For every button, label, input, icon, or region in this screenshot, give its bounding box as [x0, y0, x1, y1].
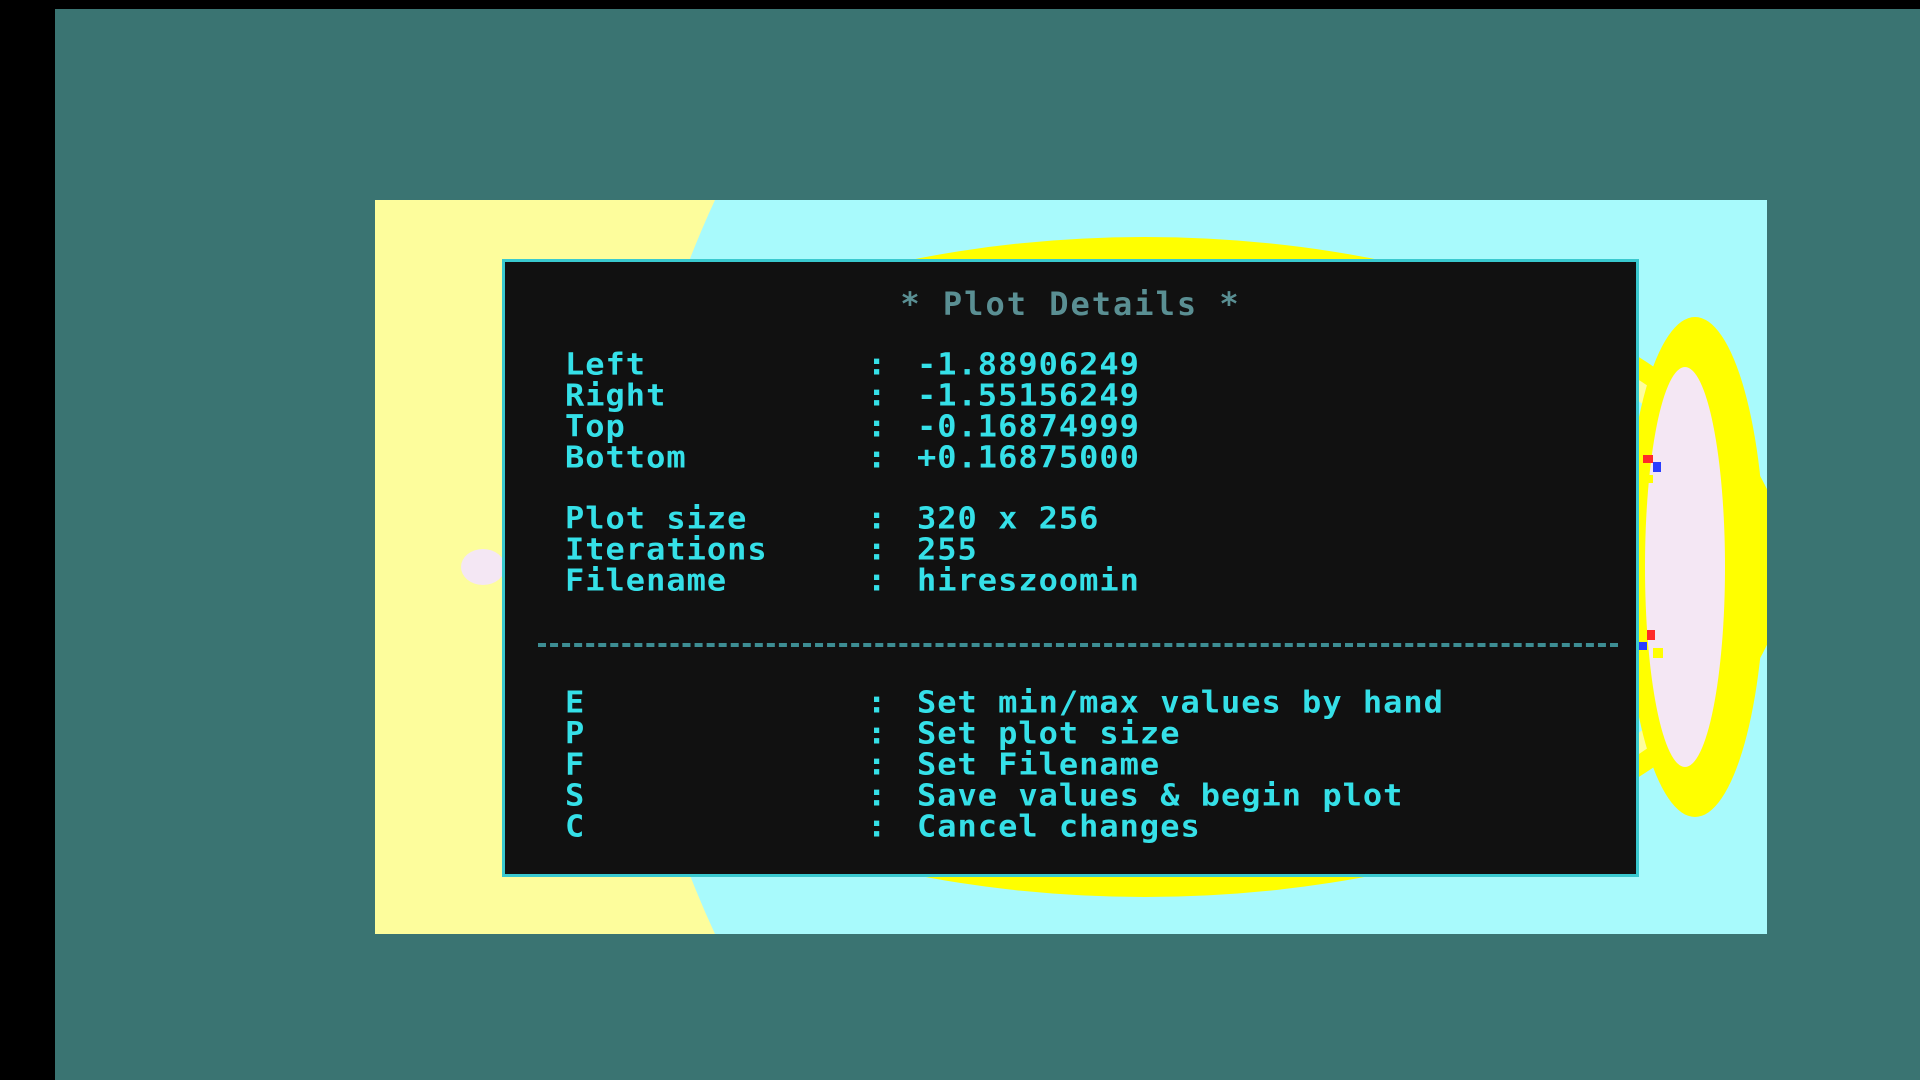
setting-label: Filename	[565, 562, 728, 599]
separator: :	[867, 777, 888, 814]
bound-label: Right	[565, 377, 667, 414]
separator: :	[867, 746, 888, 783]
setting-label: Iterations	[565, 531, 768, 568]
separator: :	[867, 500, 888, 537]
setting-row-iterations: Iterations : 255	[505, 534, 977, 565]
separator: :	[867, 531, 888, 568]
command-row-f[interactable]: F : Set Filename	[505, 749, 1159, 780]
separator: :	[867, 562, 888, 599]
command-key[interactable]: P	[565, 718, 585, 748]
emulator-screen: * Plot Details * Left : -1.88906249 Righ…	[55, 9, 1920, 1080]
bound-label: Left	[565, 346, 647, 383]
bound-value: -1.55156249	[917, 377, 1140, 414]
setting-label: Plot size	[565, 500, 748, 537]
separator: :	[867, 715, 888, 752]
separator: :	[867, 808, 888, 845]
bound-value: +0.16875000	[917, 439, 1140, 476]
separator: :	[867, 684, 888, 721]
setting-row-plot-size: Plot size : 320 x 256	[505, 503, 1098, 534]
bound-value: -0.16874999	[917, 408, 1140, 445]
setting-value: 320 x 256	[917, 500, 1100, 537]
bound-row-left: Left : -1.88906249	[505, 349, 1139, 380]
command-row-s[interactable]: S : Save values & begin plot	[505, 780, 1402, 811]
setting-row-filename: Filename : hireszoomin	[505, 565, 1139, 596]
bound-row-bottom: Bottom : +0.16875000	[505, 442, 1139, 473]
separator: :	[867, 346, 888, 383]
command-key[interactable]: S	[565, 780, 585, 810]
separator: :	[867, 408, 888, 445]
setting-value: hireszoomin	[917, 562, 1140, 599]
separator: :	[867, 377, 888, 414]
command-row-p[interactable]: P : Set plot size	[505, 718, 1179, 749]
dashed-divider	[538, 643, 1618, 647]
command-key[interactable]: C	[565, 811, 585, 841]
bound-value: -1.88906249	[917, 346, 1140, 383]
bound-row-right: Right : -1.55156249	[505, 380, 1139, 411]
setting-value: 255	[917, 531, 978, 568]
command-row-c[interactable]: C : Cancel changes	[505, 811, 1200, 842]
command-action[interactable]: Set Filename	[917, 749, 1160, 779]
dialog-title: * Plot Details *	[900, 285, 1241, 323]
command-key[interactable]: F	[565, 749, 585, 779]
bound-row-top: Top : -0.16874999	[505, 411, 1139, 442]
command-action[interactable]: Set min/max values by hand	[917, 687, 1444, 717]
command-row-e[interactable]: E : Set min/max values by hand	[505, 687, 1443, 718]
command-action[interactable]: Set plot size	[917, 718, 1180, 748]
command-action[interactable]: Cancel changes	[917, 811, 1201, 841]
bound-label: Top	[565, 408, 626, 445]
separator: :	[867, 439, 888, 476]
command-key[interactable]: E	[565, 687, 585, 717]
plot-details-dialog: * Plot Details * Left : -1.88906249 Righ…	[502, 259, 1639, 877]
command-action[interactable]: Save values & begin plot	[917, 780, 1403, 810]
bound-label: Bottom	[565, 439, 687, 476]
